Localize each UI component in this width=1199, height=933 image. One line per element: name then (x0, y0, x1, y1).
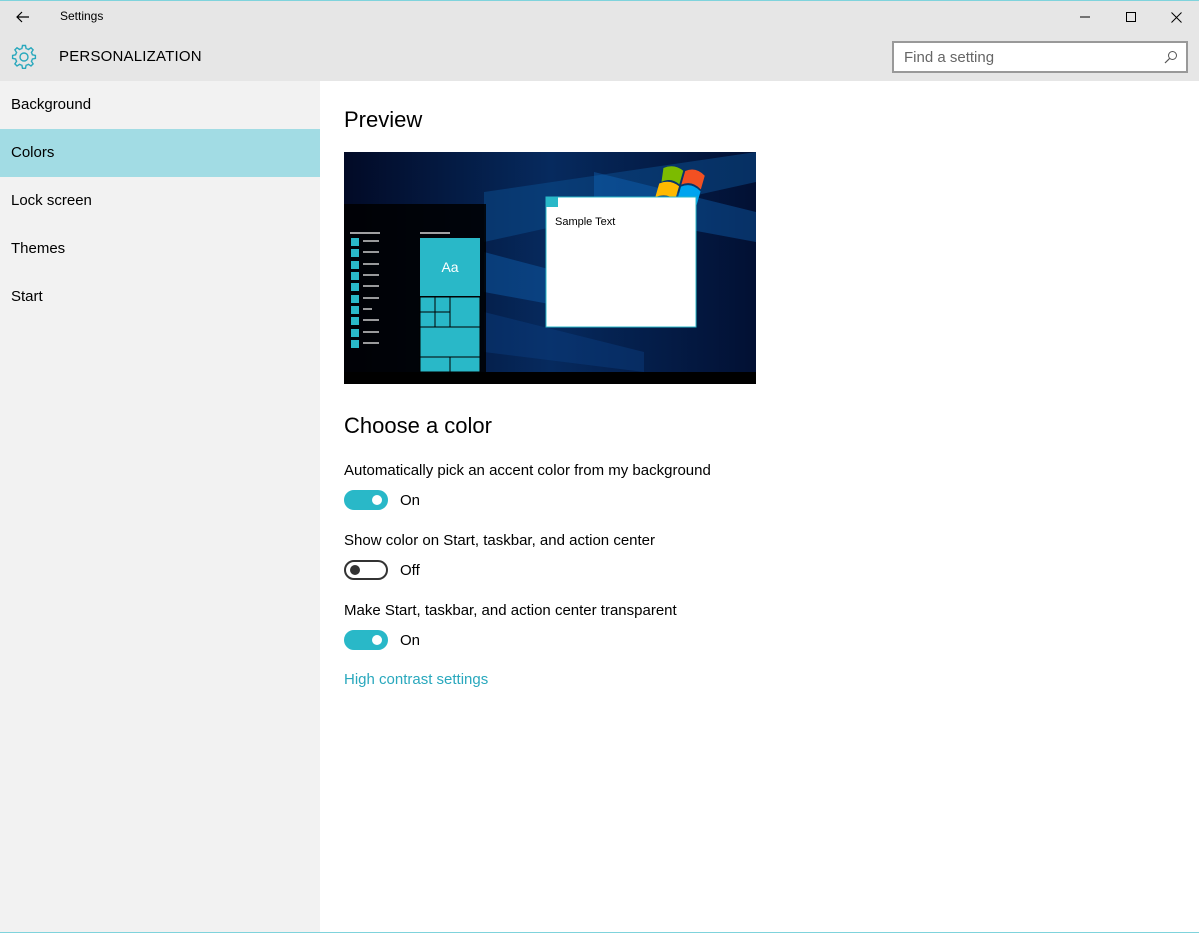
maximize-icon (1126, 12, 1136, 22)
sidebar-item-colors[interactable]: Colors (0, 129, 320, 177)
show-color-label: Show color on Start, taskbar, and action… (344, 532, 656, 549)
app-title: Settings (60, 9, 104, 23)
page-header: PERSONALIZATION (0, 33, 1199, 81)
sidebar: Background Colors Lock screen Themes Sta… (0, 81, 320, 932)
choose-color-heading: Choose a color (344, 413, 492, 438)
minimize-button[interactable] (1062, 1, 1108, 33)
search-input[interactable] (894, 43, 1154, 71)
gear-icon (11, 44, 37, 69)
preview-heading: Preview (344, 107, 423, 132)
close-button[interactable] (1153, 1, 1199, 33)
high-contrast-link[interactable]: High contrast settings (344, 671, 488, 688)
preview-image: Aa Sample Text (344, 152, 756, 384)
preview-tile-text: Aa (441, 259, 458, 275)
sidebar-item-lock-screen[interactable]: Lock screen (0, 177, 320, 225)
transparency-state: On (400, 632, 421, 649)
main-content: Preview Aa Sample Text Choose a color Au… (320, 81, 1199, 932)
search-icon[interactable] (1164, 50, 1178, 64)
preview-illustration: Aa Sample Text (344, 152, 756, 384)
auto-accent-label: Automatically pick an accent color from … (344, 462, 711, 479)
page-title: PERSONALIZATION (59, 48, 202, 65)
sidebar-item-background[interactable]: Background (0, 81, 320, 129)
settings-window: Settings PERSONALIZATION Find a setting … (0, 0, 1199, 933)
show-color-state: Off (400, 562, 420, 579)
close-icon (1170, 11, 1182, 23)
minimize-icon (1080, 16, 1090, 18)
preview-sample-text: Sample Text (555, 216, 615, 228)
sidebar-item-themes[interactable]: Themes (0, 225, 320, 273)
maximize-button[interactable] (1108, 1, 1154, 33)
auto-accent-state: On (400, 492, 421, 509)
auto-accent-toggle[interactable] (344, 490, 388, 510)
transparency-toggle[interactable] (344, 630, 388, 650)
transparency-label: Make Start, taskbar, and action center t… (344, 602, 677, 619)
show-color-toggle[interactable] (344, 560, 388, 580)
title-bar: Settings (0, 1, 1199, 33)
sidebar-item-start[interactable]: Start (0, 273, 320, 321)
back-arrow-icon (16, 11, 29, 23)
back-button[interactable] (0, 1, 46, 33)
search-box[interactable] (892, 41, 1188, 73)
